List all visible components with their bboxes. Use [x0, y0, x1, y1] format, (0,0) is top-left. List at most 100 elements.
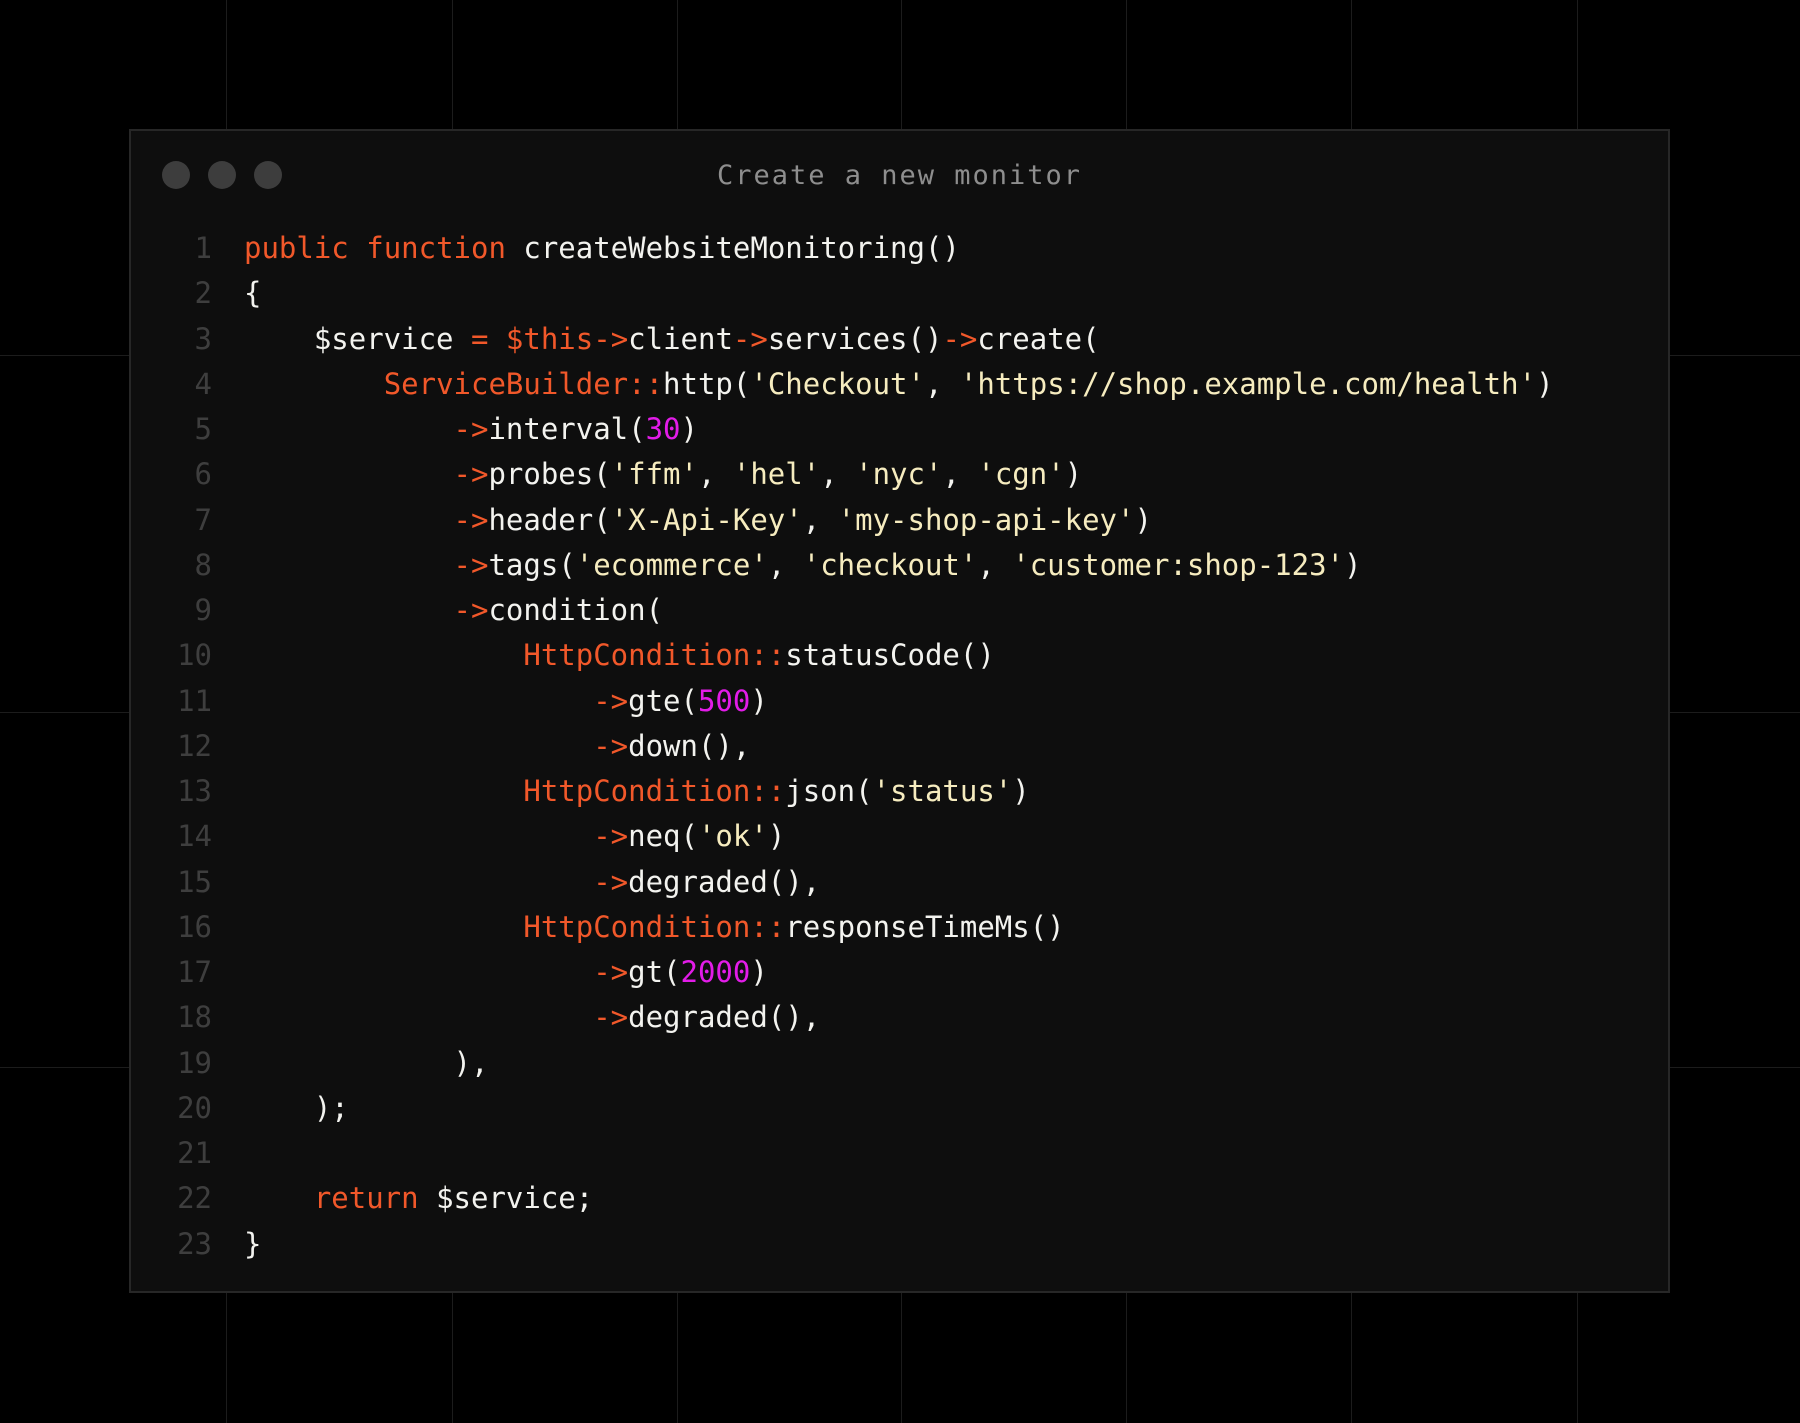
- code-token: 500: [697, 683, 751, 718]
- line-number: 22: [177, 1181, 212, 1216]
- code-token: create(: [977, 321, 1100, 356]
- code-token: 'checkout': [802, 547, 978, 582]
- code-token: ->: [453, 502, 489, 537]
- code-token: 'ecommerce': [575, 547, 768, 582]
- line-number: 20: [177, 1090, 212, 1125]
- code-token: 'ok': [697, 819, 768, 854]
- code-token: return: [313, 1181, 419, 1216]
- code-token: ,: [820, 457, 856, 492]
- line-source: ->header('X-Api-Key', 'my-shop-api-key'): [244, 498, 1152, 543]
- code-token: condition(: [488, 593, 664, 627]
- code-window: Create a new monitor 1 public function cr…: [129, 129, 1670, 1293]
- line-source: ->interval(30): [244, 407, 698, 452]
- line-number: 15: [177, 864, 212, 899]
- code-token: ->: [593, 819, 629, 854]
- code-token: ,: [977, 547, 1013, 582]
- code-token: 'nyc': [855, 457, 943, 492]
- code-token: http(: [663, 366, 751, 401]
- code-token: responseTimeMs(): [785, 909, 1065, 944]
- line-number: 19: [177, 1045, 212, 1080]
- code-token: ->: [453, 593, 489, 627]
- code-token: gt(: [628, 955, 681, 989]
- code-token: ),: [244, 1045, 489, 1080]
- line-number: 6: [194, 457, 212, 492]
- line-number: 3: [194, 321, 212, 356]
- code-token: 'customer:shop-123': [1012, 547, 1344, 582]
- code-token: ->: [593, 321, 629, 356]
- line-number: 9: [194, 593, 212, 627]
- code-token: ->: [593, 955, 629, 989]
- line-source: ->down(),: [244, 724, 750, 769]
- line-source: );: [244, 1086, 349, 1131]
- code-token: degraded(),: [628, 864, 821, 899]
- code-token: ): [1064, 457, 1083, 492]
- window-titlebar: Create a new monitor: [131, 131, 1668, 223]
- code-token: ): [750, 955, 768, 989]
- code-token: statusCode(): [785, 638, 995, 673]
- line-source: ->gte(500): [244, 679, 768, 724]
- line-source: ->degraded(),: [244, 860, 820, 905]
- code-token: 'https://shop.example.com/health': [959, 366, 1537, 401]
- line-source: ->gt(2000): [244, 950, 768, 995]
- line-source: ->probes('ffm', 'hel', 'nyc', 'cgn'): [244, 452, 1083, 497]
- line-source: ->tags('ecommerce', 'checkout', 'custome…: [244, 543, 1362, 588]
- code-token: tags(: [488, 547, 576, 582]
- code-token: json(: [785, 774, 873, 808]
- code-token: $this: [505, 321, 594, 356]
- code-token: gte(: [628, 683, 698, 718]
- code-token: }: [244, 1226, 262, 1261]
- code-token: ->: [593, 728, 629, 763]
- code-token: neq(: [628, 819, 698, 854]
- line-number: 23: [177, 1226, 212, 1261]
- code-token: 2000: [680, 955, 751, 989]
- code-token: ->: [593, 864, 629, 899]
- line-number: 10: [177, 638, 212, 673]
- code-token: ,: [697, 457, 733, 492]
- line-source: }: [244, 1222, 261, 1267]
- code-token: {: [244, 276, 262, 311]
- code-token: ,: [942, 457, 978, 492]
- code-token: 'cgn': [977, 457, 1065, 492]
- line-number: 5: [194, 412, 212, 446]
- code-token: $service: [244, 321, 471, 356]
- code-token: ->: [593, 1000, 629, 1035]
- code-token: $service;: [418, 1181, 594, 1216]
- line-source: return $service;: [244, 1176, 593, 1221]
- line-number: 4: [194, 366, 212, 401]
- code-token: =: [470, 321, 489, 356]
- code-token: ->: [453, 457, 489, 492]
- line-number: 14: [177, 819, 212, 854]
- code-token: ): [1134, 502, 1152, 537]
- line-source: ->condition(: [244, 588, 664, 633]
- code-token: ->: [942, 321, 978, 356]
- code-token: 'ffm': [610, 457, 698, 492]
- code-token: ->: [453, 547, 489, 582]
- line-source: HttpCondition::statusCode(): [244, 633, 995, 678]
- line-source: public function createWebsiteMonitoring(…: [244, 226, 960, 271]
- code-token: 'X-Api-Key': [610, 502, 803, 537]
- code-token: HttpCondition::: [523, 638, 786, 673]
- line-number: 11: [177, 683, 212, 718]
- line-number: 12: [177, 728, 212, 763]
- code-token: services(): [767, 321, 943, 356]
- line-number: 2: [194, 276, 212, 311]
- code-token: ): [750, 683, 768, 718]
- code-token: public: [244, 231, 349, 265]
- code-token: client: [628, 321, 733, 356]
- line-source: $service = $this->client->services()->cr…: [244, 317, 1100, 362]
- line-number: 18: [177, 1000, 212, 1035]
- window-title: Create a new monitor: [716, 160, 1083, 191]
- line-number: 1: [194, 231, 212, 265]
- code-token: ,: [767, 547, 803, 582]
- code-token: ): [1536, 366, 1554, 401]
- code-token: down(),: [628, 728, 751, 763]
